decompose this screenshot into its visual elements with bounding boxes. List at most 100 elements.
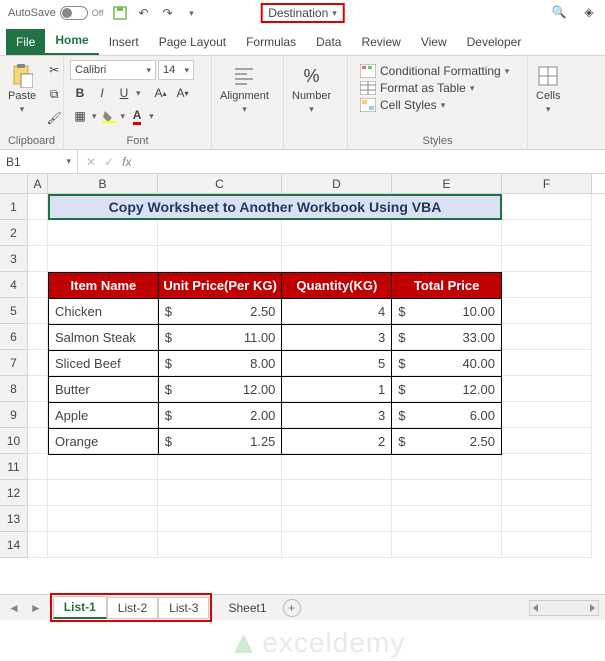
chevron-down-icon[interactable]: ▾ [92,111,97,122]
paste-button[interactable]: Paste ▾ [6,60,38,119]
tab-view[interactable]: View [411,29,457,55]
cancel-icon[interactable]: ✕ [86,155,96,169]
formula-input[interactable] [139,150,605,173]
increase-font-icon[interactable]: A▴ [151,83,171,103]
fx-icon[interactable]: fx [122,155,131,169]
format-painter-icon[interactable]: 🖌 [44,108,64,128]
tab-developer[interactable]: Developer [457,29,532,55]
select-all-corner[interactable] [0,174,28,193]
row-7[interactable]: 7 [0,350,28,376]
decrease-font-icon[interactable]: A▾ [173,83,193,103]
th-unit[interactable]: Unit Price(Per KG) [158,273,282,299]
row-14[interactable]: 14 [0,532,28,558]
chevron-down-icon[interactable]: ▾ [149,111,154,122]
cell-total[interactable]: $2.50 [392,429,502,455]
cell-total[interactable]: $12.00 [392,377,502,403]
tab-insert[interactable]: Insert [99,29,149,55]
cell-qty[interactable]: 3 [282,403,392,429]
row-12[interactable]: 12 [0,480,28,506]
cell-qty[interactable]: 2 [282,429,392,455]
toggle-off-icon[interactable] [60,6,88,20]
cell-unit[interactable]: $2.00 [158,403,282,429]
col-b[interactable]: B [48,174,158,193]
format-as-table-button[interactable]: Format as Table ▾ [360,81,515,95]
diamond-icon[interactable]: ◈ [581,4,597,20]
col-f[interactable]: F [502,174,592,193]
sheet-tab-sheet1[interactable]: Sheet1 [218,598,276,618]
cell-unit[interactable]: $11.00 [158,325,282,351]
row-11[interactable]: 11 [0,454,28,480]
tab-formulas[interactable]: Formulas [236,29,306,55]
col-a[interactable]: A [28,174,48,193]
col-e[interactable]: E [392,174,502,193]
number-button[interactable]: % Number ▾ [290,60,333,119]
font-name-combo[interactable]: Calibri▾ [70,60,156,80]
borders-icon[interactable]: ▦ [70,106,90,126]
font-color-icon[interactable]: A [127,106,147,126]
font-size-combo[interactable]: 14▾ [158,60,194,80]
redo-icon[interactable]: ↷ [160,5,176,21]
th-qty[interactable]: Quantity(KG) [282,273,392,299]
horizontal-scrollbar[interactable] [529,600,599,616]
th-total[interactable]: Total Price [392,273,502,299]
worksheet-grid[interactable]: A B C D E F 1 2 3 4 5 6 7 8 9 10 11 12 1… [0,174,605,558]
search-icon[interactable]: 🔍 [551,4,567,20]
cell-unit[interactable]: $12.00 [158,377,282,403]
cell-unit[interactable]: $1.25 [158,429,282,455]
cell-item[interactable]: Apple [49,403,159,429]
cells-area[interactable]: Copy Worksheet to Another Workbook Using… [28,194,605,558]
row-5[interactable]: 5 [0,298,28,324]
name-box[interactable]: B1 ▾ [0,150,78,173]
row-2[interactable]: 2 [0,220,28,246]
row-9[interactable]: 9 [0,402,28,428]
cell-item[interactable]: Salmon Steak [49,325,159,351]
conditional-formatting-button[interactable]: Conditional Formatting ▾ [360,64,515,78]
cell-item[interactable]: Butter [49,377,159,403]
autosave-toggle[interactable]: AutoSave Off [8,6,104,20]
chevron-down-icon[interactable]: ▾ [136,88,141,99]
cell-item[interactable]: Sliced Beef [49,351,159,377]
title-banner[interactable]: Copy Worksheet to Another Workbook Using… [48,194,502,220]
save-icon[interactable] [112,5,128,21]
sheet-tab-list1[interactable]: List-1 [53,596,107,619]
cell-qty[interactable]: 5 [282,351,392,377]
filename-highlight-box[interactable]: Destination ▾ [260,3,345,23]
alignment-button[interactable]: Alignment ▾ [218,60,271,119]
cell-total[interactable]: $10.00 [392,299,502,325]
bold-button[interactable]: B [70,83,90,103]
cell-total[interactable]: $40.00 [392,351,502,377]
sheet-tab-list2[interactable]: List-2 [107,597,158,619]
undo-icon[interactable]: ↶ [136,5,152,21]
row-1[interactable]: 1 [0,194,28,220]
prev-sheet-icon[interactable]: ◄ [6,601,22,615]
row-8[interactable]: 8 [0,376,28,402]
enter-icon[interactable]: ✓ [104,155,114,169]
row-13[interactable]: 13 [0,506,28,532]
fill-color-icon[interactable] [99,106,119,126]
cell-unit[interactable]: $8.00 [158,351,282,377]
cell-total[interactable]: $33.00 [392,325,502,351]
cut-icon[interactable]: ✂ [44,60,64,80]
cell-qty[interactable]: 1 [282,377,392,403]
qat-more-icon[interactable]: ▾ [184,5,200,21]
tab-data[interactable]: Data [306,29,351,55]
row-6[interactable]: 6 [0,324,28,350]
row-4[interactable]: 4 [0,272,28,298]
cells-button[interactable]: Cells ▾ [534,60,562,119]
cell-item[interactable]: Orange [49,429,159,455]
tab-review[interactable]: Review [351,29,410,55]
cell-item[interactable]: Chicken [49,299,159,325]
tab-home[interactable]: Home [45,27,98,55]
th-item[interactable]: Item Name [49,273,159,299]
underline-button[interactable]: U [114,83,134,103]
cell-styles-button[interactable]: Cell Styles ▾ [360,98,515,112]
row-10[interactable]: 10 [0,428,28,454]
italic-button[interactable]: I [92,83,112,103]
add-sheet-button[interactable]: + [283,599,301,617]
cell-unit[interactable]: $2.50 [158,299,282,325]
copy-icon[interactable]: ⧉ [44,84,64,104]
col-c[interactable]: C [158,174,282,193]
next-sheet-icon[interactable]: ► [28,601,44,615]
cell-qty[interactable]: 4 [282,299,392,325]
col-d[interactable]: D [282,174,392,193]
